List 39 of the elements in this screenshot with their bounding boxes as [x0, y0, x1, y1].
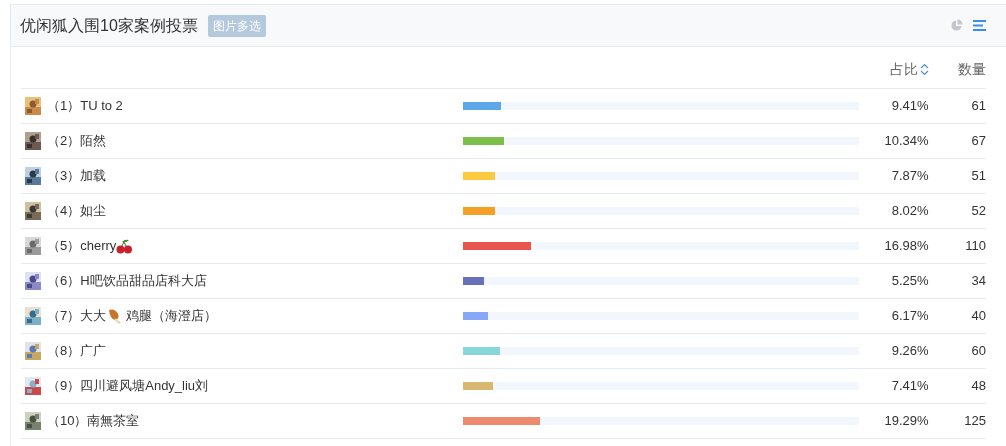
option-label: （9）四川避风塘Andy_liu刘: [47, 377, 209, 396]
question-type-badge: 图片多选: [207, 14, 266, 37]
drumstick-icon: [106, 308, 123, 324]
percent-text: 9.26%: [891, 343, 929, 359]
option-label: （4）如尘: [47, 202, 107, 221]
column-header: 数量: [958, 61, 986, 77]
percent-text: 9.41%: [891, 98, 929, 114]
count-text: 125: [964, 413, 986, 429]
count-text: 48: [971, 378, 986, 394]
option-label: （6）H吧饮品甜品店科大店: [47, 272, 207, 291]
column-header[interactable]: 占比: [889, 59, 918, 80]
option-label: 鸡腿（海澄店）: [126, 307, 218, 326]
count-text: 34: [971, 273, 986, 289]
option-label: （2）陌然: [47, 132, 107, 151]
option-label: （3）加载: [47, 167, 107, 186]
count-text: 110: [965, 238, 986, 254]
percent-text: 6.17%: [891, 308, 929, 324]
percent-text: 10.34%: [884, 133, 929, 149]
percent-text: 19.29%: [884, 413, 929, 429]
option-label: （5）cherry: [47, 237, 117, 256]
count-text: 61: [971, 98, 986, 114]
survey-title: 优闲狐入围10家案例投票: [20, 15, 198, 36]
count-text: 52: [971, 203, 986, 219]
count-text: 67: [971, 133, 986, 149]
option-label: （7）大大: [47, 307, 107, 326]
percent-text: 5.25%: [891, 273, 929, 289]
percent-text: 7.41%: [891, 378, 929, 394]
count-text: 40: [971, 308, 986, 324]
sort-icon[interactable]: [919, 63, 929, 76]
cherry-icon: [116, 238, 134, 254]
count-text: 60: [971, 343, 986, 359]
option-label: （1）TU to 2: [47, 97, 123, 116]
percent-text: 16.98%: [884, 238, 929, 254]
option-label: （10）南無茶室: [47, 412, 140, 431]
count-text: 51: [971, 168, 986, 184]
percent-text: 7.87%: [891, 168, 929, 184]
percent-text: 8.02%: [891, 203, 929, 219]
option-label: （8）广广: [47, 342, 107, 361]
list-icon[interactable]: [973, 20, 986, 31]
